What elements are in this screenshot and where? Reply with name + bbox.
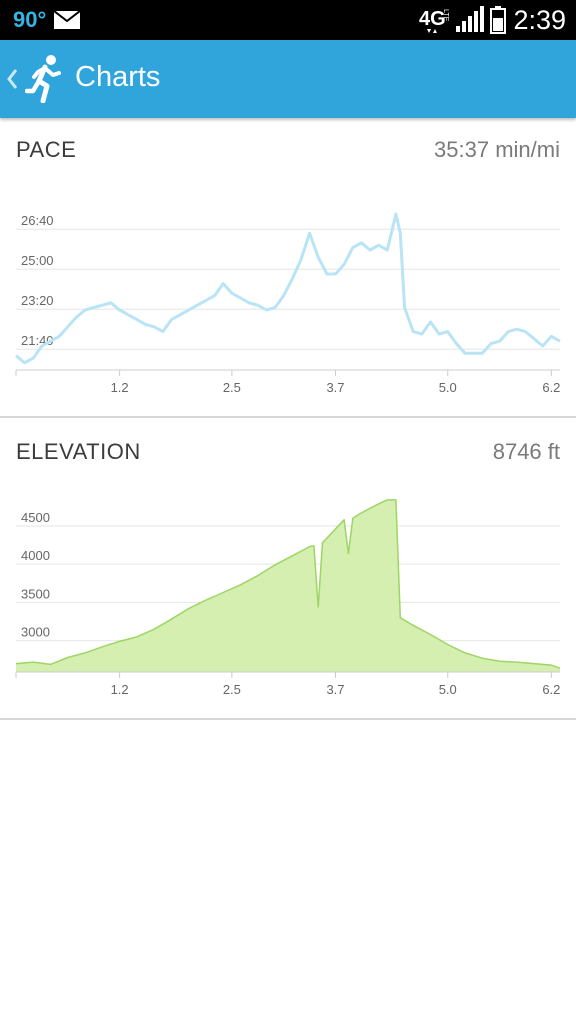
clock: 2:39 [513, 5, 566, 35]
y-tick-label: 4500 [21, 510, 50, 525]
pace-section: PACE 35:37 min/mi 26:40 25:00 23:20 21:40 1.… [0, 118, 576, 418]
x-tick-label: 6.2 [542, 380, 560, 395]
app-bar: Charts [0, 40, 576, 118]
signal-icon [456, 6, 484, 32]
x-tick-label: 3.7 [326, 380, 344, 395]
chevron-left-icon[interactable] [5, 67, 19, 91]
x-tick-label: 1.2 [111, 380, 129, 395]
elevation-chart: 4500 4000 3500 3000 1.2 2.5 3.7 5.0 6.2 [15, 499, 560, 697]
y-tick-label: 3500 [21, 586, 50, 601]
svg-text:LTE: LTE [442, 9, 449, 22]
y-tick-label: 25:00 [21, 253, 54, 268]
svg-text:4G: 4G [419, 8, 446, 30]
battery-icon [490, 6, 506, 34]
x-tick-label: 5.0 [439, 682, 457, 697]
series-line [15, 212, 561, 365]
x-tick-label: 5.0 [439, 380, 457, 395]
x-tick-label: 2.5 [223, 380, 241, 395]
network-4g-lte-icon: 4G LTE [419, 8, 449, 33]
y-tick-label: 4000 [21, 548, 50, 563]
x-tick-label: 3.7 [326, 682, 344, 697]
x-tick-label: 2.5 [223, 682, 241, 697]
pace-chart: 26:4025:0023:2021:401.2 2.5 3.7 5.0 6.2 [15, 212, 561, 395]
y-tick-label: 26:40 [21, 213, 54, 228]
elevation-section: ELEVATION 8746 ft 4500 4000 3500 3000 1.2 2.5… [0, 418, 576, 720]
mail-icon [54, 11, 80, 29]
status-bar: 90° 4G LTE 2:39 [0, 0, 576, 40]
x-tick-label: 1.2 [111, 682, 129, 697]
x-tick-label: 6.2 [542, 682, 560, 697]
weather-temperature: 90° [13, 7, 47, 32]
runner-icon[interactable] [25, 55, 63, 103]
y-tick-label: 3000 [21, 625, 50, 640]
page-title: Charts [75, 61, 161, 93]
y-tick-label: 23:20 [21, 293, 54, 308]
